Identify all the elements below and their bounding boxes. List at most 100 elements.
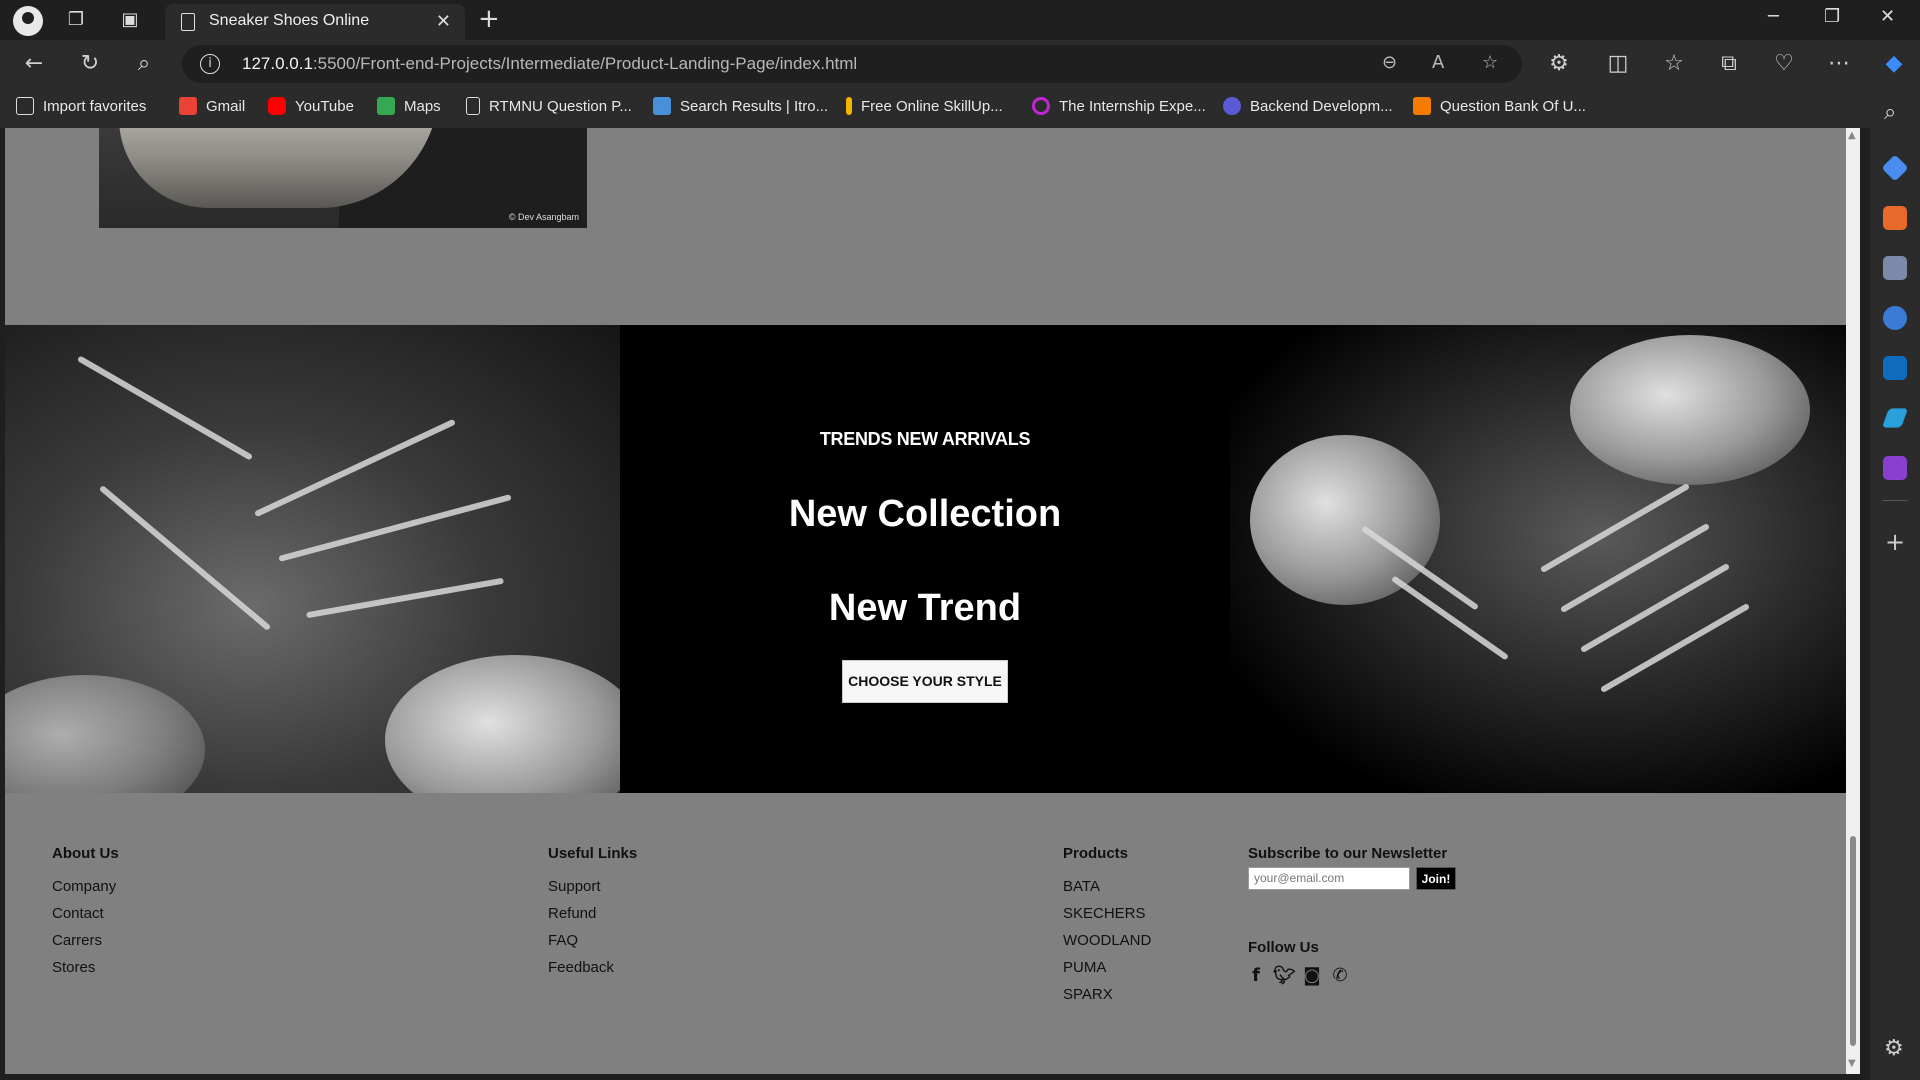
bookmark-backend[interactable]: Backend Developm... bbox=[1223, 97, 1393, 115]
outlook-icon[interactable] bbox=[1883, 356, 1907, 380]
footer-link-puma[interactable]: PUMA bbox=[1063, 959, 1106, 976]
footer-link-support[interactable]: Support bbox=[548, 878, 601, 895]
browser-essentials-icon[interactable]: ♡ bbox=[1770, 50, 1798, 78]
active-tab[interactable]: Sneaker Shoes Online ✕ bbox=[165, 4, 465, 40]
youtube-icon bbox=[268, 97, 286, 115]
tab-title: Sneaker Shoes Online bbox=[209, 12, 370, 29]
skillup-icon bbox=[846, 97, 852, 115]
bookmark-search-results[interactable]: Search Results | Itro... bbox=[653, 97, 828, 115]
newsletter-heading: Subscribe to our Newsletter bbox=[1248, 845, 1448, 862]
page-scrollbar[interactable]: ▲ ▼ bbox=[1846, 128, 1860, 1074]
copilot-icon[interactable]: ◆ bbox=[1880, 50, 1908, 78]
telegram-icon[interactable] bbox=[1881, 408, 1909, 428]
profile-avatar-icon[interactable] bbox=[13, 6, 43, 36]
photo-credit: © Dev Asangbam bbox=[508, 212, 579, 222]
bookmark-question-bank[interactable]: Question Bank Of U... bbox=[1413, 97, 1586, 115]
footer-link-feedback[interactable]: Feedback bbox=[548, 959, 614, 976]
bookmark-skillup[interactable]: Free Online SkillUp... bbox=[846, 97, 1003, 115]
footer-link-carrers[interactable]: Carrers bbox=[52, 932, 102, 949]
lace bbox=[1539, 482, 1691, 574]
footer-link-bata[interactable]: BATA bbox=[1063, 878, 1100, 895]
more-icon[interactable]: ⋯ bbox=[1825, 50, 1853, 78]
lace bbox=[1599, 602, 1751, 694]
footer-link-sparx[interactable]: SPARX bbox=[1063, 986, 1113, 1003]
shopping-tag-icon[interactable] bbox=[1881, 154, 1909, 182]
favorite-star-icon[interactable]: ☆ bbox=[1482, 52, 1498, 73]
bookmark-youtube[interactable]: YouTube bbox=[268, 97, 354, 115]
instagram-icon[interactable]: ◙ bbox=[1301, 965, 1323, 986]
footer-link-stores[interactable]: Stores bbox=[52, 959, 95, 976]
page-viewport: © Dev Asangbam TRENDS NEW ARRIVALS New C… bbox=[5, 128, 1846, 1074]
title-bar: ❐ ▣ Sneaker Shoes Online ✕ + ─ ❐ ✕ bbox=[0, 0, 1920, 40]
footer-link-skechers[interactable]: SKECHERS bbox=[1063, 905, 1146, 922]
edge-sidebar: ⌕ + ⚙ bbox=[1870, 88, 1920, 1080]
twitter-icon[interactable]: 🐦︎ bbox=[1273, 965, 1296, 986]
page-icon bbox=[466, 97, 480, 115]
choose-style-button[interactable]: CHOOSE YOUR STYLE bbox=[842, 660, 1008, 703]
footer-about-heading: About Us bbox=[52, 845, 119, 862]
left-toe bbox=[385, 655, 620, 793]
extensions-icon[interactable]: ⚙ bbox=[1545, 50, 1573, 78]
hero-subtitle: TRENDS NEW ARRIVALS bbox=[819, 429, 1031, 449]
vertical-tabs-icon[interactable]: ▣ bbox=[118, 8, 142, 32]
whatsapp-icon[interactable]: ✆ bbox=[1329, 965, 1351, 986]
bookmark-internship[interactable]: The Internship Expe... bbox=[1032, 97, 1206, 115]
lace bbox=[254, 418, 456, 518]
internship-icon bbox=[1032, 97, 1050, 115]
workspaces-icon[interactable]: ❐ bbox=[64, 8, 88, 32]
facebook-icon[interactable]: f bbox=[1245, 965, 1267, 986]
newsletter-email-input[interactable]: your@email.com bbox=[1248, 867, 1410, 890]
bookmark-rtmnu[interactable]: RTMNU Question P... bbox=[466, 97, 632, 115]
footer-link-faq[interactable]: FAQ bbox=[548, 932, 578, 949]
footer-useful-heading: Useful Links bbox=[548, 845, 638, 862]
maps-icon bbox=[377, 97, 395, 115]
lace bbox=[1559, 522, 1711, 614]
zoom-icon[interactable]: ⊖ bbox=[1382, 52, 1397, 73]
bookmark-import-favorites[interactable]: Import favorites bbox=[16, 97, 146, 115]
designer-icon[interactable] bbox=[1883, 456, 1907, 480]
sidebar-settings-icon[interactable]: ⚙ bbox=[1884, 1036, 1904, 1061]
hero-left-sneakers-image bbox=[5, 325, 620, 793]
sneaker-photo-top: © Dev Asangbam bbox=[99, 128, 587, 228]
footer: About Us Company Contact Carrers Stores … bbox=[5, 793, 1846, 1074]
sidebar-add-icon[interactable]: + bbox=[1885, 528, 1905, 556]
newsletter-join-button[interactable]: Join! bbox=[1416, 867, 1456, 890]
read-aloud-icon[interactable]: A bbox=[1432, 52, 1444, 73]
hero-heading-trend: New Trend bbox=[828, 587, 1022, 629]
split-screen-icon[interactable]: ◫ bbox=[1604, 50, 1632, 78]
footer-link-woodland[interactable]: WOODLAND bbox=[1063, 932, 1151, 949]
bookmark-gmail[interactable]: Gmail bbox=[179, 97, 245, 115]
new-tab-icon[interactable]: + bbox=[478, 4, 500, 34]
copilot-sidebar-icon[interactable] bbox=[1883, 306, 1907, 330]
footer-link-company[interactable]: Company bbox=[52, 878, 116, 895]
scroll-down-icon[interactable]: ▼ bbox=[1848, 1058, 1856, 1069]
scroll-thumb[interactable] bbox=[1850, 836, 1856, 1046]
minimize-icon[interactable]: ─ bbox=[1768, 6, 1779, 27]
favorites-icon[interactable]: ☆ bbox=[1660, 50, 1688, 78]
search-icon[interactable]: ⌕ bbox=[130, 50, 158, 78]
sidebar-search-icon[interactable]: ⌕ bbox=[1884, 100, 1896, 125]
footer-link-contact[interactable]: Contact bbox=[52, 905, 104, 922]
hero-banner: TRENDS NEW ARRIVALS New Collection New T… bbox=[5, 325, 1846, 793]
bookmarks-bar: Import favorites Gmail YouTube Maps RTMN… bbox=[0, 88, 1870, 128]
backend-icon bbox=[1223, 97, 1241, 115]
collections-icon[interactable]: ⧉ bbox=[1715, 50, 1743, 78]
tab-close-icon[interactable]: ✕ bbox=[436, 11, 451, 32]
refresh-icon[interactable]: ↻ bbox=[76, 50, 104, 78]
url-text[interactable]: 127.0.0.1:5500/Front-end-Projects/Interm… bbox=[242, 54, 857, 74]
tools-icon[interactable] bbox=[1883, 206, 1907, 230]
site-info-icon[interactable]: i bbox=[200, 54, 220, 74]
gmail-icon bbox=[179, 97, 197, 115]
site-icon bbox=[653, 97, 671, 115]
lace bbox=[98, 484, 272, 632]
footer-link-refund[interactable]: Refund bbox=[548, 905, 596, 922]
restore-icon[interactable]: ❐ bbox=[1824, 6, 1840, 27]
games-icon[interactable] bbox=[1883, 256, 1907, 280]
scroll-up-icon[interactable]: ▲ bbox=[1848, 130, 1856, 141]
follow-us-heading: Follow Us bbox=[1248, 939, 1319, 956]
address-bar[interactable]: i 127.0.0.1:5500/Front-end-Projects/Inte… bbox=[182, 45, 1522, 83]
close-window-icon[interactable]: ✕ bbox=[1880, 6, 1895, 27]
hero-right-sneakers-image bbox=[1230, 325, 1846, 793]
bookmark-maps[interactable]: Maps bbox=[377, 97, 441, 115]
back-icon[interactable]: ← bbox=[20, 50, 48, 78]
